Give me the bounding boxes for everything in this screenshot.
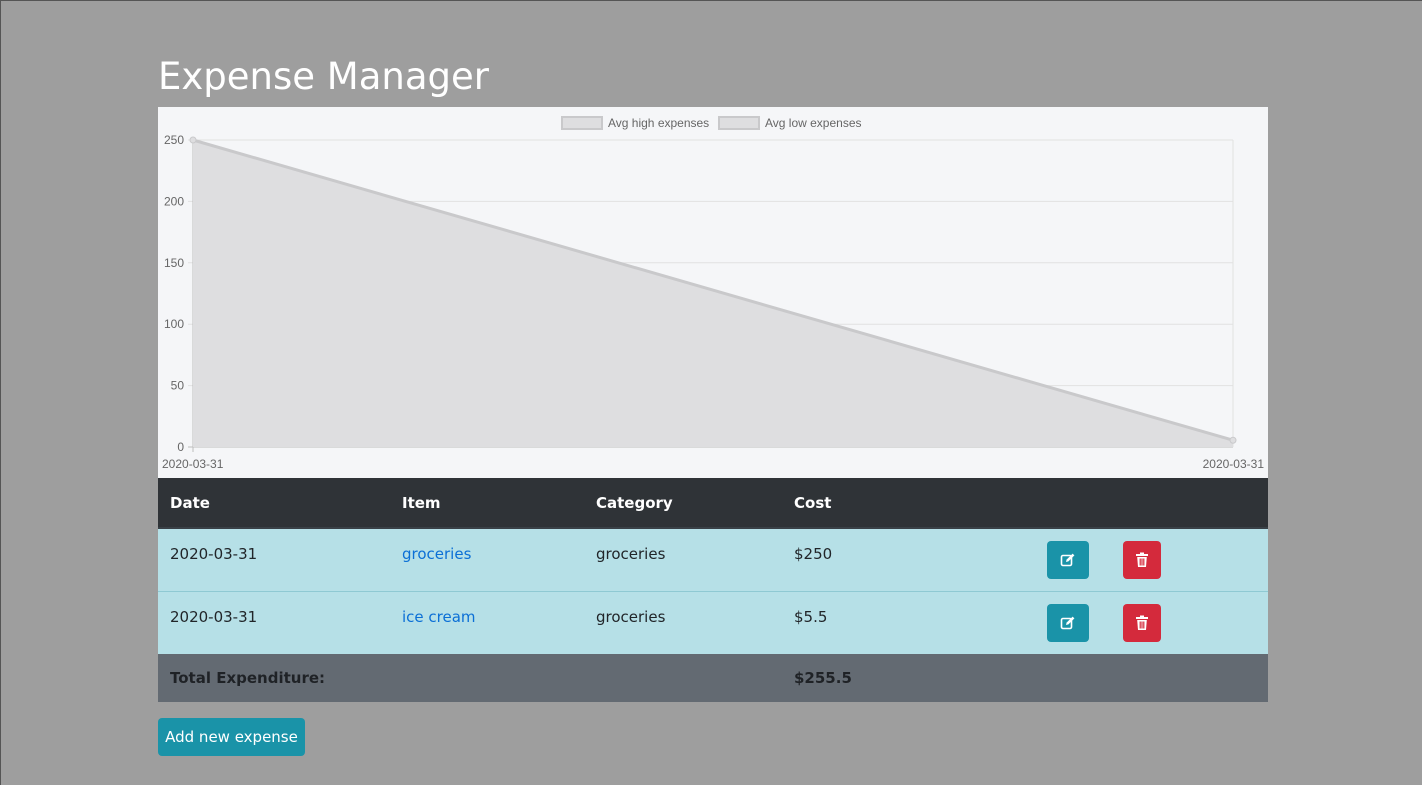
- header-category: Category: [584, 478, 782, 529]
- item-link[interactable]: groceries: [402, 545, 471, 563]
- total-value: $255.5: [782, 654, 1024, 702]
- row-cost: $250: [782, 527, 1024, 591]
- header-cost: Cost: [782, 478, 1024, 529]
- row-category: groceries: [584, 590, 782, 654]
- header-actions: [1024, 478, 1268, 529]
- legend-label: Avg low expenses: [765, 116, 862, 130]
- row-category: groceries: [584, 527, 782, 591]
- expense-chart: 0 50 100 150 200 250 2020-03-31 2020-03-31 Avg h…: [158, 107, 1268, 478]
- row-date: 2020-03-31: [158, 527, 390, 591]
- header-date: Date: [158, 478, 390, 529]
- y-tick-label: 0: [177, 440, 184, 454]
- row-date: 2020-03-31: [158, 590, 390, 654]
- delete-button[interactable]: [1123, 603, 1161, 642]
- header-item: Item: [390, 478, 584, 529]
- y-tick-label: 50: [171, 379, 185, 393]
- chart-svg: 0 50 100 150 200 250 2020-03-31 2020-03-31 Avg h…: [162, 116, 1265, 471]
- data-point: [1229, 436, 1237, 444]
- row-item-cell: ice cream: [390, 590, 584, 654]
- add-expense-button[interactable]: Add new expense: [158, 718, 305, 756]
- expense-table: Date Item Category Cost 2020-03-31 groce…: [158, 478, 1268, 702]
- table-row: 2020-03-31 ice cream groceries $5.5: [158, 590, 1268, 654]
- trash-icon: [1136, 552, 1148, 567]
- legend-swatch: [718, 116, 760, 130]
- delete-button[interactable]: [1123, 541, 1161, 579]
- table-header-row: Date Item Category Cost: [158, 478, 1268, 529]
- row-actions: [1024, 590, 1268, 654]
- edit-button[interactable]: [1047, 541, 1089, 579]
- item-link[interactable]: ice cream: [402, 608, 476, 626]
- y-tick-label: 150: [164, 256, 184, 270]
- y-tick-label: 250: [164, 133, 184, 147]
- edit-icon: [1060, 616, 1075, 629]
- table-row: 2020-03-31 groceries groceries $250: [158, 527, 1268, 591]
- total-spacer: [1024, 654, 1268, 702]
- page-title: Expense Manager: [158, 55, 489, 98]
- row-cost: $5.5: [782, 590, 1024, 654]
- row-item-cell: groceries: [390, 527, 584, 591]
- legend-label: Avg high expenses: [608, 116, 709, 130]
- total-row: Total Expenditure: $255.5: [158, 654, 1268, 702]
- total-label: Total Expenditure:: [158, 654, 782, 702]
- x-tick-label: 2020-03-31: [1203, 457, 1265, 471]
- row-actions: [1024, 527, 1268, 591]
- data-point: [189, 136, 197, 144]
- edit-icon: [1060, 553, 1075, 567]
- legend-swatch: [561, 116, 603, 130]
- trash-icon: [1136, 615, 1148, 630]
- y-tick-label: 200: [164, 194, 184, 208]
- y-tick-label: 100: [164, 317, 184, 331]
- x-tick-label: 2020-03-31: [162, 457, 224, 471]
- edit-button[interactable]: [1047, 603, 1089, 642]
